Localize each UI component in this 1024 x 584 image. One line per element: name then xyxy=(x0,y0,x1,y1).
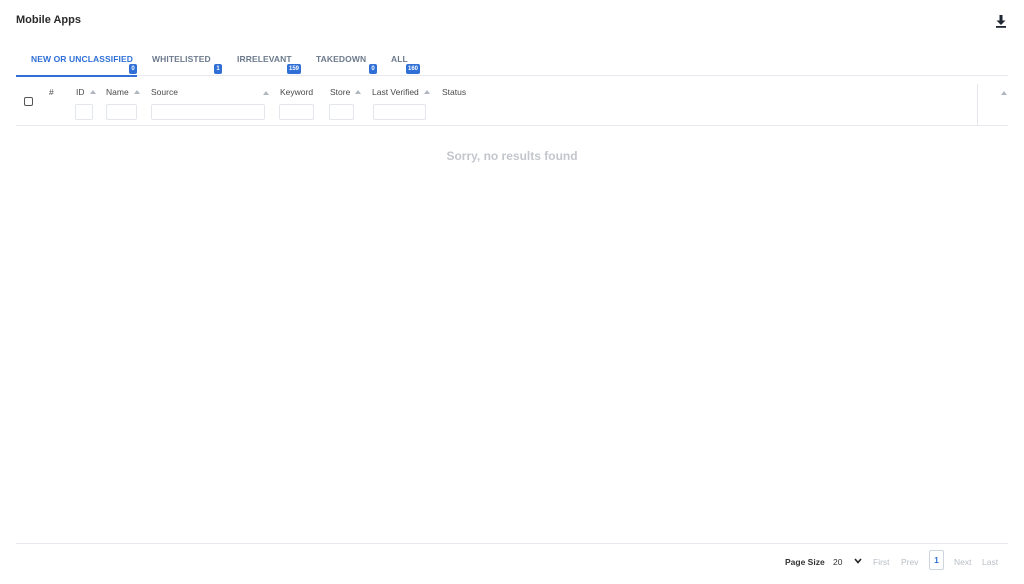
column-header-id[interactable]: ID xyxy=(76,87,96,97)
column-header-status[interactable]: Status xyxy=(442,87,466,97)
tab-label: WHITELISTED xyxy=(152,54,211,64)
table-header: # ID Name Source Keyword Store Last Veri… xyxy=(16,78,1008,126)
sort-asc-icon[interactable] xyxy=(133,90,140,94)
column-header-name[interactable]: Name xyxy=(106,87,140,97)
page-size-value: 20 xyxy=(833,557,843,567)
column-header-store[interactable]: Store xyxy=(330,87,362,97)
tab-label: ALL xyxy=(391,54,408,64)
id-filter-input[interactable] xyxy=(75,104,93,120)
tab-irrelevant[interactable]: IRRELEVANT 159 xyxy=(237,48,303,76)
tab-label: NEW OR UNCLASSIFIED xyxy=(31,54,134,64)
next-page-button[interactable]: Next xyxy=(954,557,971,567)
name-filter-input[interactable] xyxy=(106,104,137,120)
column-label: ID xyxy=(76,87,85,97)
current-page-button[interactable]: 1 xyxy=(929,550,944,570)
column-header-keyword[interactable]: Keyword xyxy=(280,87,313,97)
chevron-down-icon xyxy=(854,558,862,564)
prev-page-button[interactable]: Prev xyxy=(901,557,918,567)
select-all-checkbox[interactable] xyxy=(24,97,33,106)
tab-all[interactable]: ALL 160 xyxy=(391,48,423,76)
empty-state-message: Sorry, no results found xyxy=(446,149,578,163)
tab-count-badge: 160 xyxy=(406,64,421,74)
sort-asc-icon[interactable] xyxy=(89,90,96,94)
tab-takedown[interactable]: TAKEDOWN 0 xyxy=(316,48,378,76)
tab-label: TAKEDOWN xyxy=(316,54,367,64)
column-label: Store xyxy=(330,87,351,97)
sort-asc-icon[interactable] xyxy=(355,90,362,94)
footer-divider xyxy=(16,543,1008,544)
last-verified-filter-input[interactable] xyxy=(373,104,426,120)
column-header-last-verified[interactable]: Last Verified xyxy=(372,87,430,97)
tab-count-badge: 159 xyxy=(287,64,302,74)
download-icon xyxy=(996,15,1006,28)
column-label: Name xyxy=(106,87,129,97)
column-label: Keyword xyxy=(280,87,314,97)
tab-count-badge: 0 xyxy=(369,64,377,74)
column-header-source[interactable]: Source xyxy=(151,87,178,97)
page-size-label: Page Size xyxy=(785,557,825,567)
tab-label: IRRELEVANT xyxy=(237,54,292,64)
tab-new-or-unclassified[interactable]: NEW OR UNCLASSIFIED 0 xyxy=(16,48,137,77)
tab-count-badge: 1 xyxy=(214,64,222,74)
tab-count-badge: 0 xyxy=(129,64,137,74)
column-label: # xyxy=(49,87,54,97)
column-header-row-number: # xyxy=(49,87,54,97)
column-label: Source xyxy=(151,87,178,97)
sort-asc-icon[interactable] xyxy=(263,91,269,95)
last-page-button[interactable]: Last xyxy=(982,557,998,567)
keyword-filter-input[interactable] xyxy=(279,104,314,120)
first-page-button[interactable]: First xyxy=(873,557,890,567)
tab-bar: NEW OR UNCLASSIFIED 0 WHITELISTED 1 IRRE… xyxy=(16,48,1008,77)
source-filter-input[interactable] xyxy=(151,104,265,120)
column-label: Status xyxy=(442,87,467,97)
store-filter-input[interactable] xyxy=(329,104,354,120)
tab-whitelisted[interactable]: WHITELISTED 1 xyxy=(152,48,222,76)
column-divider xyxy=(977,84,978,126)
page-title: Mobile Apps xyxy=(16,14,81,26)
page-size-select[interactable]: 20 xyxy=(830,552,864,570)
scroll-up-icon[interactable] xyxy=(1001,91,1007,95)
column-label: Last Verified xyxy=(372,87,419,97)
sort-asc-icon[interactable] xyxy=(423,90,430,94)
download-button[interactable] xyxy=(993,13,1009,29)
